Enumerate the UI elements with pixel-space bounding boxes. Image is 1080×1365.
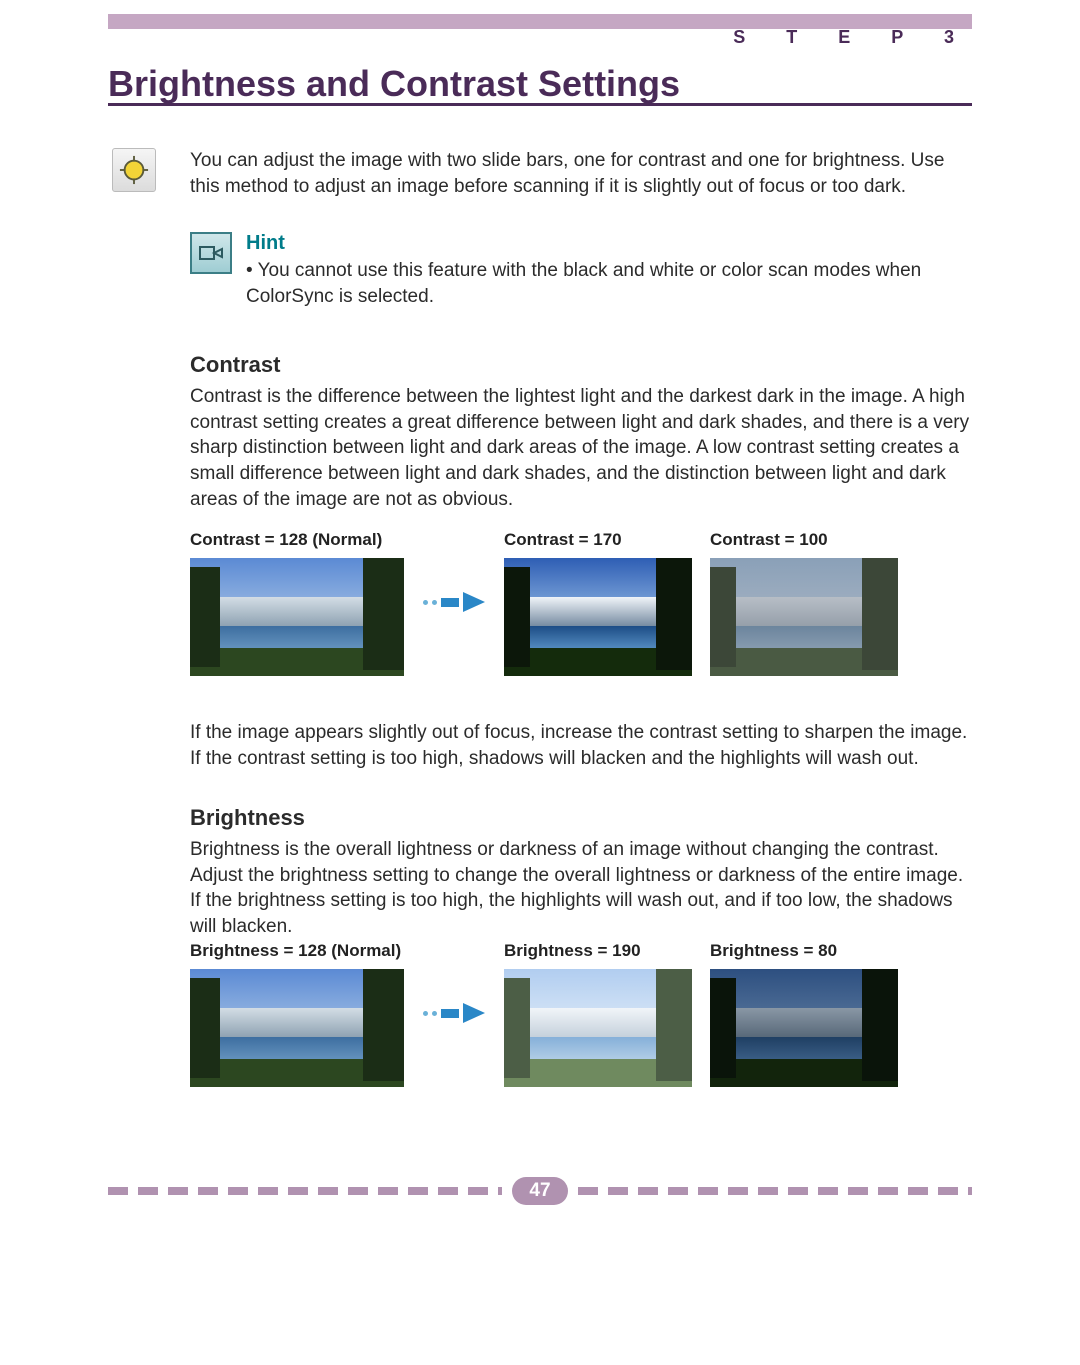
footer-dash-right	[578, 1187, 972, 1195]
arrow-icon	[422, 530, 486, 612]
brightness-contrast-icon	[112, 148, 156, 192]
contrast-heading: Contrast	[190, 352, 972, 378]
caption-contrast-low: Contrast = 100	[710, 530, 898, 550]
brightness-heading: Brightness	[190, 805, 972, 831]
caption-brightness-normal: Brightness = 128 (Normal)	[190, 941, 404, 961]
footer-dash-left	[108, 1187, 502, 1195]
arrow-icon	[422, 941, 486, 1023]
sample-image-contrast-high	[504, 558, 692, 676]
caption-contrast-high: Contrast = 170	[504, 530, 692, 550]
sample-image-contrast-normal	[190, 558, 404, 676]
contrast-note: If the image appears slightly out of foc…	[190, 720, 972, 771]
page-number: 47	[512, 1177, 568, 1205]
title-rule	[108, 103, 972, 106]
hint-heading: Hint	[246, 232, 972, 255]
hint-icon	[190, 232, 232, 274]
sample-image-brightness-high	[504, 969, 692, 1087]
hint-body: • You cannot use this feature with the b…	[246, 258, 972, 309]
brightness-body: Brightness is the overall lightness or d…	[190, 837, 972, 940]
sample-image-brightness-low	[710, 969, 898, 1087]
sample-image-brightness-normal	[190, 969, 404, 1087]
contrast-body: Contrast is the difference between the l…	[190, 384, 972, 512]
step-label: S T E P 3	[733, 27, 972, 48]
intro-paragraph: You can adjust the image with two slide …	[190, 148, 972, 199]
page-title: Brightness and Contrast Settings	[108, 63, 972, 105]
caption-brightness-high: Brightness = 190	[504, 941, 692, 961]
caption-brightness-low: Brightness = 80	[710, 941, 898, 961]
sample-image-contrast-low	[710, 558, 898, 676]
caption-contrast-normal: Contrast = 128 (Normal)	[190, 530, 404, 550]
